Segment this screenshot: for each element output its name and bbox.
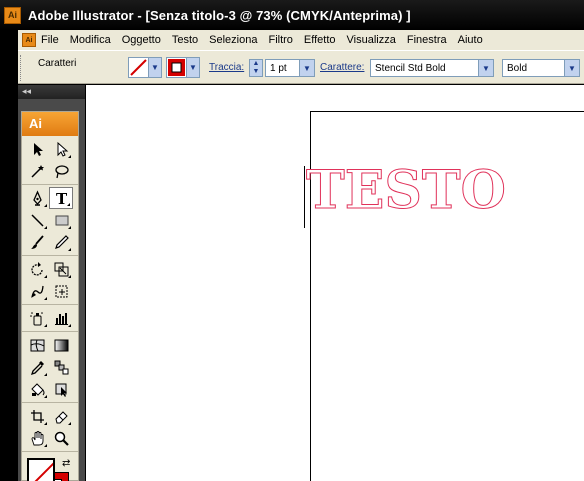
live-paint-bucket-tool-icon[interactable]	[25, 378, 49, 400]
chevron-down-icon: ▼	[148, 58, 161, 77]
stroke-swatch-dropdown[interactable]: ▼	[166, 57, 200, 78]
fill-stroke-controls: ⇄	[22, 452, 78, 481]
eyedropper-tool-icon[interactable]	[25, 356, 49, 378]
fill-none-swatch	[129, 58, 148, 77]
menu-aiuto[interactable]: Aiuto	[453, 34, 489, 46]
column-graph-tool-icon[interactable]	[49, 307, 73, 329]
illustrator-app-icon[interactable]: Ai	[4, 6, 21, 24]
control-bar: Caratteri ▼ ▼ Traccia: ▲ ▼ 1 pt ▼ Caratte…	[18, 50, 584, 84]
line-segment-tool-icon[interactable]	[25, 209, 49, 231]
control-bar-label: Caratteri	[38, 58, 77, 69]
menu-effetto[interactable]: Effetto	[299, 34, 342, 46]
rotate-tool-icon[interactable]	[25, 258, 49, 280]
desktop-edge	[0, 30, 18, 481]
font-style-select[interactable]: Bold ▼	[502, 59, 580, 77]
fill-swatch-dropdown[interactable]: ▼	[128, 57, 162, 78]
document-menu-icon[interactable]: Ai	[22, 33, 36, 47]
live-paint-selection-tool-icon[interactable]	[49, 378, 73, 400]
character-link[interactable]: Carattere:	[320, 62, 364, 73]
control-bar-grip[interactable]	[20, 55, 23, 81]
menu-file[interactable]: File	[36, 34, 65, 46]
pen-tool-icon[interactable]	[25, 187, 49, 209]
chevron-down-icon: ▼	[478, 60, 493, 76]
gradient-tool-icon[interactable]	[49, 334, 73, 356]
tools-panel: Ai T ⇄	[21, 111, 79, 481]
pencil-tool-icon[interactable]	[49, 231, 73, 253]
chevron-down-icon: ▼	[186, 58, 199, 77]
stroke-weight-value: 1 pt	[270, 62, 287, 74]
menu-finestra[interactable]: Finestra	[402, 34, 453, 46]
document-canvas[interactable]	[86, 85, 584, 481]
direct-selection-tool-icon[interactable]	[49, 138, 73, 160]
menu-visualizza[interactable]: Visualizza	[342, 34, 402, 46]
tool-group-transform	[22, 256, 78, 305]
free-transform-tool-icon[interactable]	[49, 280, 73, 302]
menu-seleziona[interactable]: Seleziona	[204, 34, 263, 46]
font-family-value: Stencil Std Bold	[375, 62, 446, 74]
menu-oggetto[interactable]: Oggetto	[117, 34, 167, 46]
tool-group-drawing: T	[22, 185, 78, 256]
mesh-tool-icon[interactable]	[25, 334, 49, 356]
font-family-select[interactable]: Stencil Std Bold ▼	[370, 59, 494, 77]
eraser-tool-icon[interactable]	[49, 405, 73, 427]
tool-group-symbols	[22, 305, 78, 332]
text-insertion-caret	[304, 166, 305, 228]
tools-panel-brand: Ai	[22, 112, 78, 136]
menu-bar: Ai File Modifica Oggetto Testo Seleziona…	[18, 30, 584, 50]
stroke-link[interactable]: Traccia:	[209, 62, 244, 73]
paintbrush-tool-icon[interactable]	[25, 231, 49, 253]
hand-tool-icon[interactable]	[25, 427, 49, 449]
scale-tool-icon[interactable]	[49, 258, 73, 280]
selection-tool-icon[interactable]	[25, 138, 49, 160]
stroke-weight-field[interactable]: 1 pt ▼	[265, 59, 315, 77]
window-title: Adobe Illustrator - [Senza titolo-3 @ 73…	[28, 7, 411, 23]
panel-collapse-bar[interactable]: ◂◂	[18, 85, 85, 99]
canvas-text-object[interactable]: TESTO	[306, 160, 507, 222]
type-tool-icon[interactable]: T	[49, 187, 73, 209]
swap-fill-stroke-icon[interactable]: ⇄	[62, 458, 70, 469]
crop-area-tool-icon[interactable]	[25, 405, 49, 427]
menu-testo[interactable]: Testo	[167, 34, 204, 46]
symbol-sprayer-tool-icon[interactable]	[25, 307, 49, 329]
svg-text:T: T	[56, 190, 68, 207]
tool-group-selection	[22, 136, 78, 185]
stroke-color-swatch	[167, 58, 186, 77]
menu-modifica[interactable]: Modifica	[65, 34, 117, 46]
chevron-down-icon: ▼	[564, 60, 579, 76]
tool-group-paint	[22, 332, 78, 403]
zoom-tool-icon[interactable]	[49, 427, 73, 449]
warp-tool-icon[interactable]	[25, 280, 49, 302]
fill-color-box[interactable]	[27, 458, 55, 481]
rectangle-tool-icon[interactable]	[49, 209, 73, 231]
stroke-weight-stepper[interactable]: ▲ ▼	[249, 59, 263, 77]
lasso-tool-icon[interactable]	[49, 160, 73, 182]
title-bar: Ai Adobe Illustrator - [Senza titolo-3 @…	[0, 0, 584, 30]
tool-group-navigation	[22, 403, 78, 452]
magic-wand-tool-icon[interactable]	[25, 160, 49, 182]
font-style-value: Bold	[507, 62, 528, 74]
menu-filtro[interactable]: Filtro	[263, 34, 298, 46]
blend-tool-icon[interactable]	[49, 356, 73, 378]
chevron-down-icon: ▼	[299, 60, 314, 76]
